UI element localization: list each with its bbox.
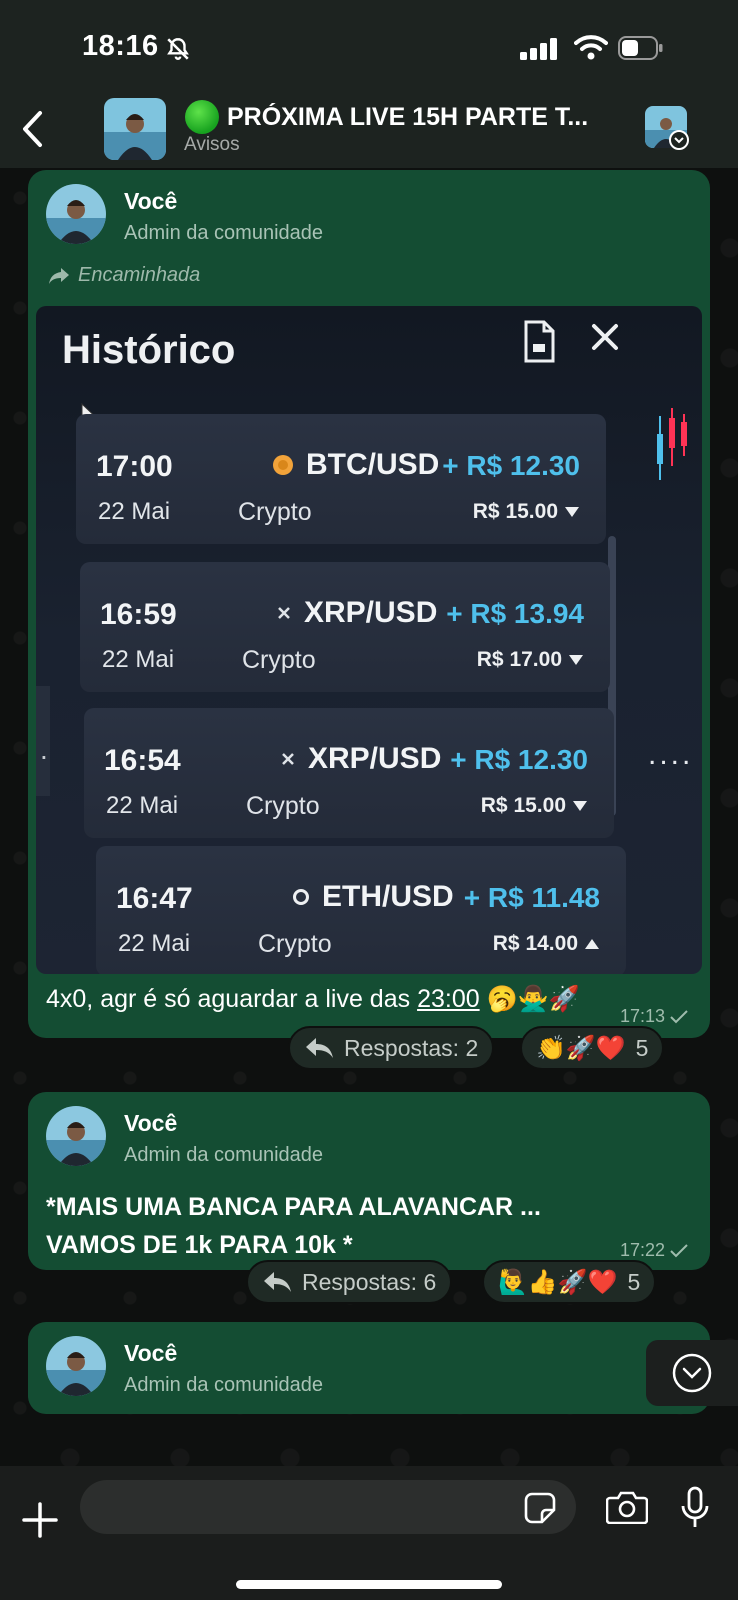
trade-category: Crypto xyxy=(246,792,320,820)
image-title: Histórico xyxy=(62,328,236,372)
home-indicator xyxy=(236,1580,502,1589)
header-title-row[interactable]: PRÓXIMA LIVE 15H PARTE T... xyxy=(185,100,625,134)
reaction-count: 5 xyxy=(627,1268,641,1295)
sent-check-icon xyxy=(670,1009,688,1023)
avatar[interactable] xyxy=(46,184,106,244)
microphone-icon[interactable] xyxy=(680,1486,710,1530)
reaction-emojis: 🙋‍♂️👍🚀❤️ xyxy=(498,1268,618,1296)
trade-card: 17:00 22 Mai BTC/USD Crypto + R$ 12.30 R… xyxy=(76,414,606,544)
trade-category: Crypto xyxy=(238,498,312,526)
replies-pill[interactable]: Respostas: 2 xyxy=(288,1026,495,1070)
chat-title: PRÓXIMA LIVE 15H PARTE T... xyxy=(227,102,589,131)
message-bubble[interactable]: Você Admin da comunidade *MAIS UMA BANCA… xyxy=(28,1092,710,1270)
bell-slash-icon xyxy=(167,38,189,60)
sender-role: Admin da comunidade xyxy=(124,222,324,244)
trade-profit: + R$ 12.30 xyxy=(450,744,588,775)
message-timestamp: 17:22 xyxy=(620,1240,688,1261)
sticker-icon[interactable] xyxy=(524,1492,556,1524)
close-icon xyxy=(592,324,618,350)
bitcoin-coin-icon xyxy=(273,455,293,475)
trade-time: 16:54 xyxy=(104,744,181,777)
reaction-emojis: 👏🚀❤️ xyxy=(536,1034,626,1062)
status-time: 18:16 xyxy=(82,30,159,62)
trade-profit: + R$ 13.94 xyxy=(446,598,584,629)
forward-arrow-icon xyxy=(49,267,69,284)
reply-arrow-icon xyxy=(306,1038,333,1058)
trade-time: 16:47 xyxy=(116,882,193,915)
sender-role: Admin da comunidade xyxy=(124,1144,324,1166)
arrow-down-icon xyxy=(565,507,579,517)
more-indicator: .... xyxy=(648,738,694,771)
chat-area[interactable]: Você Admin da comunidade Encaminhada His… xyxy=(0,168,738,1466)
message-bubble[interactable]: Você Admin da comunidade Encaminhada His… xyxy=(28,170,710,1038)
green-circle-icon xyxy=(185,100,219,134)
trade-date: 22 Mai xyxy=(102,646,175,673)
message-text: *MAIS UMA BANCA PARA ALAVANCAR ... VAMOS… xyxy=(46,1193,541,1259)
time-link[interactable]: 23:00 xyxy=(417,985,480,1013)
chevron-badge-icon[interactable] xyxy=(669,130,689,150)
battery-icon xyxy=(618,36,663,60)
message-text: 4x0, agr é só aguardar a live das 23:00 … xyxy=(46,985,580,1013)
reaction-count: 5 xyxy=(635,1034,649,1061)
message-bubble[interactable]: Você Admin da comunidade xyxy=(28,1322,710,1414)
trade-stake: R$ 17.00 xyxy=(477,648,584,672)
camera-icon[interactable] xyxy=(606,1490,648,1524)
chevron-down-circle-icon xyxy=(672,1353,712,1393)
trade-date: 22 Mai xyxy=(98,498,171,525)
document-icon xyxy=(524,320,555,363)
arrow-up-icon xyxy=(585,939,599,949)
signal-icon xyxy=(520,38,557,60)
message-timestamp: 17:13 xyxy=(620,1006,688,1027)
candlestick-chart-icon xyxy=(657,408,687,480)
back-chevron-icon[interactable] xyxy=(20,110,44,148)
trade-date: 22 Mai xyxy=(118,930,191,957)
trade-date: 22 Mai xyxy=(106,792,179,819)
arrow-down-icon xyxy=(573,801,587,811)
message-input[interactable] xyxy=(80,1480,576,1534)
avatar[interactable] xyxy=(46,1336,106,1396)
trade-pair: XRP/USD xyxy=(276,596,437,630)
trade-time: 16:59 xyxy=(100,598,177,631)
sender-name[interactable]: Você xyxy=(124,188,177,215)
plus-icon[interactable] xyxy=(22,1502,58,1538)
trade-pair: BTC/USD xyxy=(272,448,439,482)
arrow-down-icon xyxy=(569,655,583,665)
emoji-group: 🥱🙅‍♂️🚀 xyxy=(486,985,580,1013)
composer-bar xyxy=(0,1466,738,1600)
trade-card: 16:59 22 Mai XRP/USD Crypto + R$ 13.94 R… xyxy=(80,562,610,692)
status-bar: 18:16 xyxy=(0,0,738,92)
trade-card: 16:47 22 Mai ETH/USD Crypto + R$ 11.48 R… xyxy=(96,846,626,974)
trade-stake: R$ 15.00 xyxy=(481,794,588,818)
left-more-indicator: . xyxy=(40,734,48,765)
replies-pill[interactable]: Respostas: 6 xyxy=(246,1260,453,1304)
trade-profit: + R$ 12.30 xyxy=(442,450,580,481)
trade-stake: R$ 15.00 xyxy=(473,500,580,524)
reply-arrow-icon xyxy=(264,1272,291,1292)
scroll-to-bottom-button[interactable] xyxy=(646,1340,738,1406)
trade-card: 16:54 22 Mai XRP/USD Crypto + R$ 12.30 R… xyxy=(84,708,614,838)
trade-time: 17:00 xyxy=(96,450,173,483)
trade-category: Crypto xyxy=(258,930,332,958)
sender-name[interactable]: Você xyxy=(124,1110,177,1137)
sender-name[interactable]: Você xyxy=(124,1340,177,1367)
wifi-icon xyxy=(574,35,608,60)
reactions-pill[interactable]: 🙋‍♂️👍🚀❤️ 5 xyxy=(482,1260,657,1304)
trade-history-image[interactable]: Histórico . .... 17:00 22 Mai BTC/USD Cr… xyxy=(36,306,702,974)
trade-pair: ETH/USD xyxy=(292,880,454,914)
chat-subtitle: Avisos xyxy=(184,134,240,155)
chat-header: PRÓXIMA LIVE 15H PARTE T... Avisos xyxy=(0,92,738,168)
sent-check-icon xyxy=(670,1243,688,1257)
forwarded-label: Encaminhada xyxy=(48,264,200,287)
xrp-coin-icon xyxy=(282,753,294,765)
trade-stake: R$ 14.00 xyxy=(493,932,600,956)
trade-pair: XRP/USD xyxy=(280,742,441,776)
sender-role: Admin da comunidade xyxy=(124,1374,324,1396)
trade-profit: + R$ 11.48 xyxy=(463,882,600,913)
xrp-coin-icon xyxy=(278,607,290,619)
eth-coin-icon xyxy=(293,889,309,905)
reactions-pill[interactable]: 👏🚀❤️ 5 xyxy=(520,1026,665,1070)
trade-category: Crypto xyxy=(242,646,316,674)
avatar[interactable] xyxy=(46,1106,106,1166)
group-avatar[interactable] xyxy=(104,98,166,160)
